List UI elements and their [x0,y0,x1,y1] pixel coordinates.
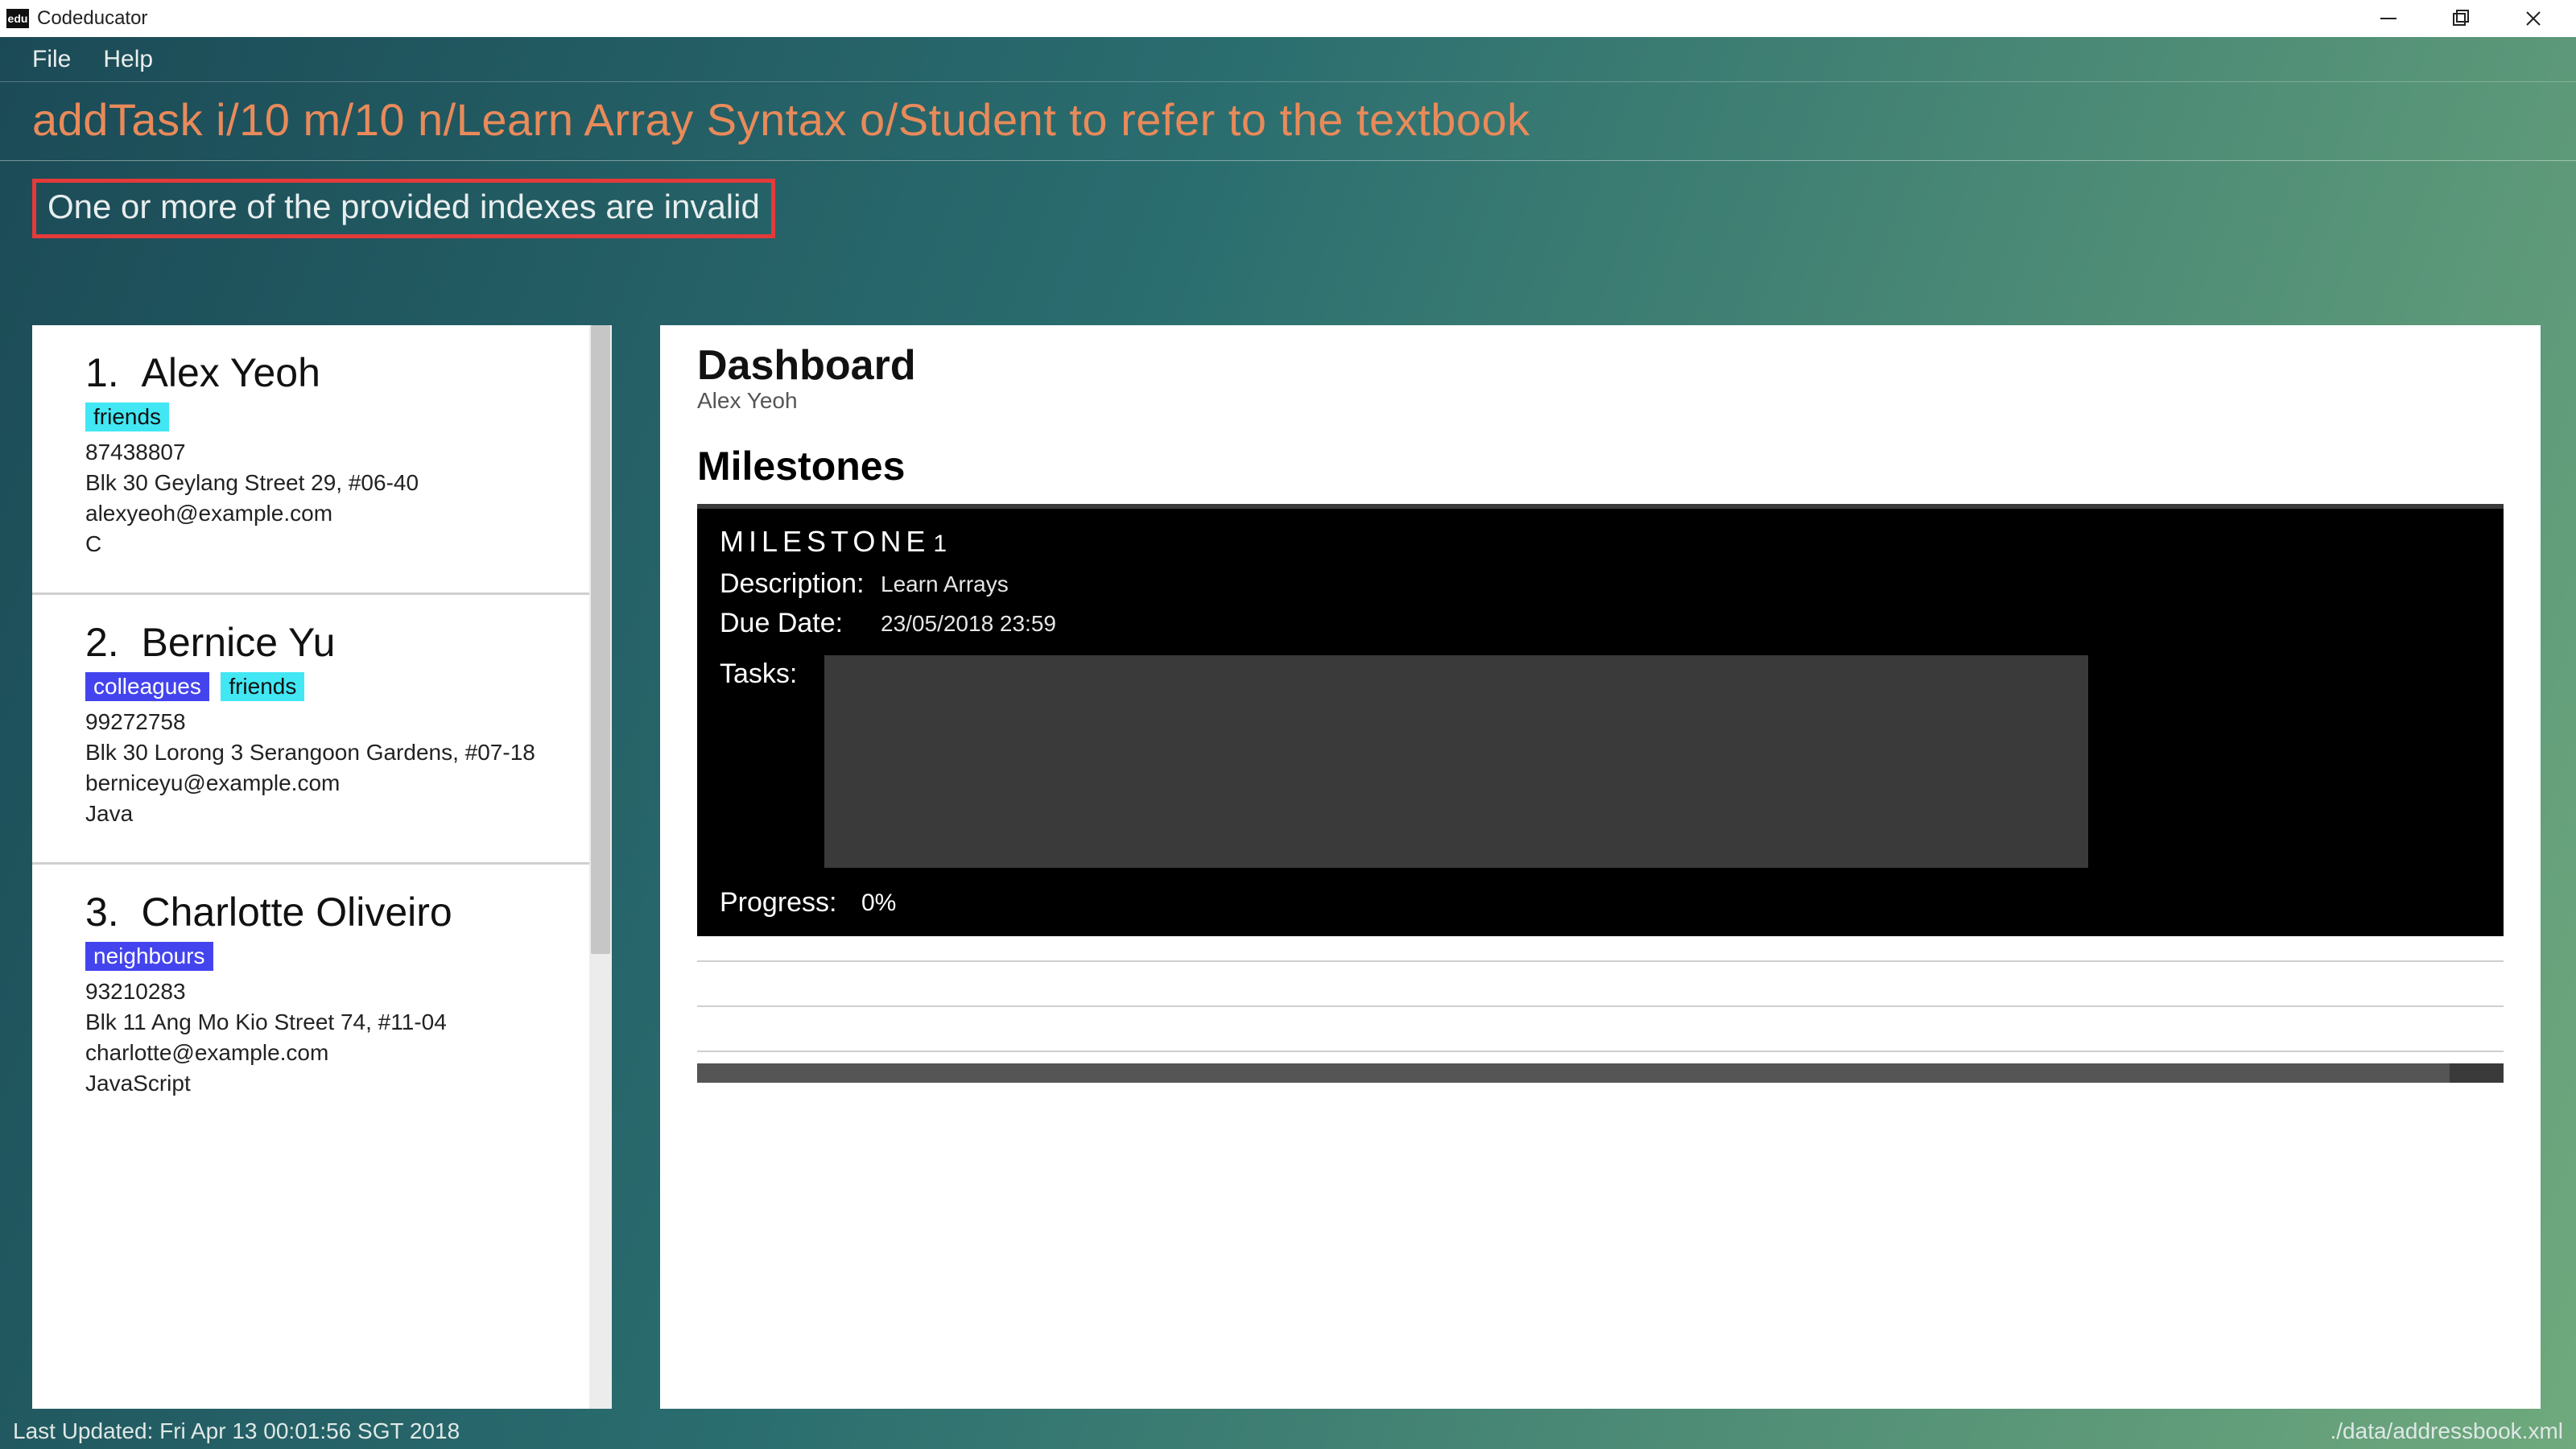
dashboard-subtitle: Alex Yeoh [697,388,2504,414]
window-titlebar: edu Codeducator [0,0,2576,37]
person-tags: colleagues friends [85,672,573,701]
status-last-updated: Last Updated: Fri Apr 13 00:01:56 SGT 20… [13,1418,460,1444]
person-address: Blk 30 Lorong 3 Serangoon Gardens, #07-1… [85,740,573,766]
person-name: 1. Alex Yeoh [85,349,573,396]
command-input[interactable] [32,93,2544,146]
person-lang: JavaScript [85,1071,573,1096]
person-tag: colleagues [85,672,209,701]
result-row: One or more of the provided indexes are … [0,161,2576,246]
menu-help[interactable]: Help [87,39,169,80]
person-list-panel: 1. Alex Yeoh friends 87438807 Blk 30 Gey… [32,325,612,1409]
close-button[interactable] [2497,0,2570,37]
person-email: charlotte@example.com [85,1040,573,1066]
person-email: berniceyu@example.com [85,770,573,796]
status-file-path: ./data/addressbook.xml [2330,1418,2564,1444]
person-name: 3. Charlotte Oliveiro [85,889,573,935]
person-phone: 99272758 [85,709,573,735]
person-phone: 87438807 [85,440,573,465]
hscrollbar-thumb[interactable] [697,1063,2450,1083]
dashboard-panel: Dashboard Alex Yeoh Milestones MILESTONE… [660,325,2541,1409]
scrollbar-thumb[interactable] [591,325,610,954]
milestone-description-label: Description: [720,568,881,600]
person-tag: friends [221,672,304,701]
person-lang: C [85,531,573,557]
maximize-button[interactable] [2425,0,2497,37]
milestone-tasks-list[interactable] [824,655,2088,868]
menu-file[interactable]: File [16,39,87,80]
person-tag: neighbours [85,942,213,971]
person-name: 2. Bernice Yu [85,619,573,666]
milestone-description-value: Learn Arrays [881,572,1009,597]
dashboard-title: Dashboard [697,341,2504,390]
milestone-card: MILESTONE1 Description: Learn Arrays Due… [697,504,2504,936]
milestone-hscrollbar[interactable] [697,1063,2504,1083]
person-tag: friends [85,402,169,431]
person-list-scrollbar[interactable] [589,325,612,1409]
person-card[interactable]: 2. Bernice Yu colleagues friends 9927275… [32,595,612,865]
menu-bar: File Help [0,37,2576,82]
error-message: One or more of the provided indexes are … [32,179,775,238]
person-phone: 93210283 [85,979,573,1005]
app-icon: edu [6,9,29,28]
milestone-empty-rows [697,941,2504,1052]
milestone-due-label: Due Date: [720,608,881,639]
milestones-header: Milestones [697,443,2504,489]
milestone-progress-label: Progress: [720,887,861,919]
person-address: Blk 30 Geylang Street 29, #06-40 [85,470,573,496]
person-tags: neighbours [85,942,573,971]
milestone-title: MILESTONE1 [720,525,2481,559]
person-card[interactable]: 3. Charlotte Oliveiro neighbours 9321028… [32,865,612,1132]
person-address: Blk 11 Ang Mo Kio Street 74, #11-04 [85,1009,573,1035]
milestone-due-value: 23/05/2018 23:59 [881,611,1056,637]
person-tags: friends [85,402,573,431]
app-title: Codeducator [37,7,147,30]
person-card[interactable]: 1. Alex Yeoh friends 87438807 Blk 30 Gey… [32,325,612,595]
milestone-progress-value: 0% [861,890,896,917]
status-bar: Last Updated: Fri Apr 13 00:01:56 SGT 20… [0,1414,2576,1449]
person-lang: Java [85,801,573,827]
milestone-tasks-label: Tasks: [720,655,824,690]
minimize-button[interactable] [2352,0,2425,37]
command-input-row [0,82,2576,161]
person-email: alexyeoh@example.com [85,501,573,526]
